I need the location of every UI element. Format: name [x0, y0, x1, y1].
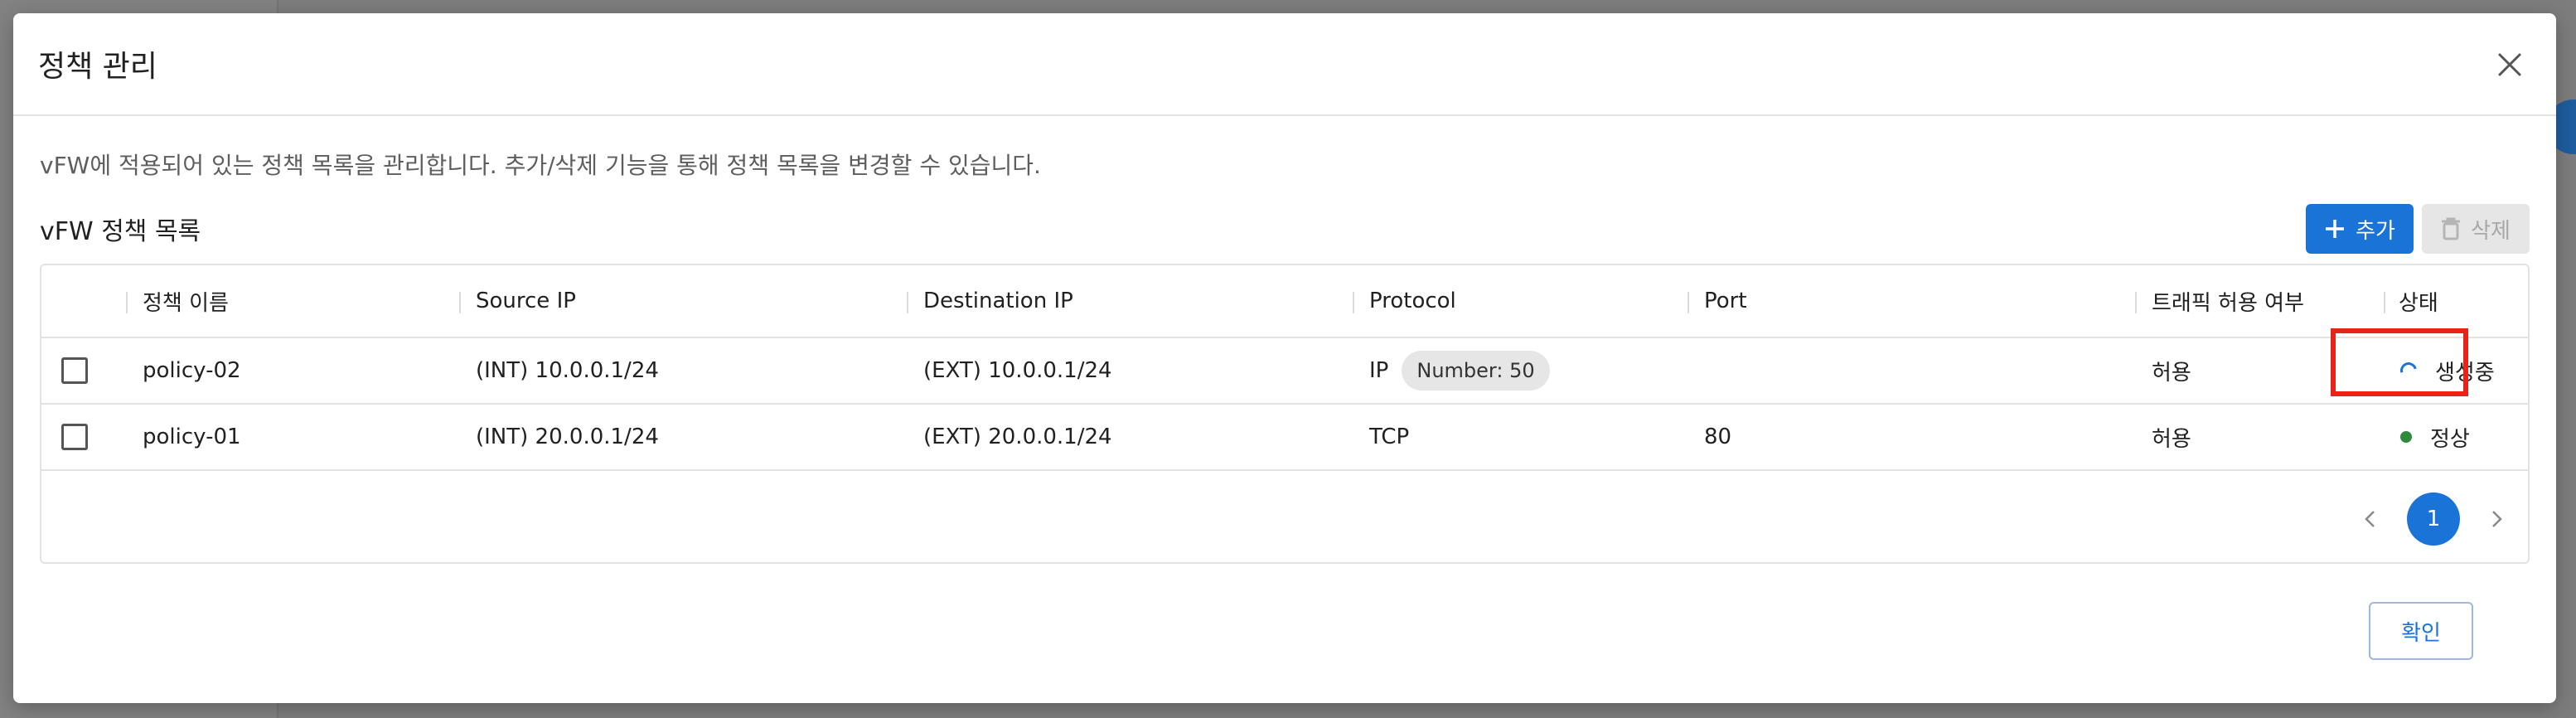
pagination: 1	[2357, 492, 2510, 546]
table-row[interactable]: policy-01 (INT) 20.0.0.1/24 (EXT) 20.0.0…	[41, 405, 2528, 471]
cell-port: 80	[1704, 424, 1732, 449]
modal-header: 정책 관리	[13, 13, 2556, 116]
header-destination-ip: Destination IP	[923, 289, 1073, 313]
row-checkbox[interactable]	[61, 357, 88, 384]
header-port: Port	[1704, 289, 1747, 313]
cell-destination-ip: (EXT) 20.0.0.1/24	[923, 424, 1112, 449]
status-text: 정상	[2430, 426, 2470, 452]
close-button[interactable]	[2485, 40, 2535, 90]
column-separator	[459, 292, 461, 313]
cell-policy-name: policy-01	[143, 424, 241, 449]
status-highlight-box	[2331, 328, 2468, 396]
cell-status: 정상	[2400, 405, 2470, 469]
header-protocol: Protocol	[1369, 289, 1456, 313]
header-status: 상태	[2399, 290, 2438, 316]
list-header: vFW 정책 목록 추가 삭제	[40, 202, 2530, 255]
row-checkbox-cell	[61, 405, 88, 469]
protocol-value: IP	[1369, 358, 1389, 383]
column-separator	[1353, 292, 1354, 313]
modal-description: vFW에 적용되어 있는 정책 목록을 관리합니다. 추가/삭제 기능을 통해 …	[40, 152, 1041, 179]
protocol-number-chip: Number: 50	[1402, 351, 1550, 391]
prev-page-button[interactable]	[2357, 507, 2382, 531]
cell-source-ip: (INT) 10.0.0.1/24	[476, 358, 659, 383]
add-button-label: 추가	[2356, 218, 2395, 244]
delete-button-label: 삭제	[2471, 218, 2511, 244]
modal-body: vFW에 적용되어 있는 정책 목록을 관리합니다. 추가/삭제 기능을 통해 …	[13, 148, 2556, 564]
cell-protocol: IP Number: 50	[1369, 338, 1550, 403]
list-title: vFW 정책 목록	[40, 217, 201, 246]
confirm-button[interactable]: 확인	[2369, 602, 2473, 660]
column-separator	[2384, 292, 2385, 313]
add-button[interactable]: 추가	[2306, 204, 2414, 254]
header-source-ip: Source IP	[476, 289, 576, 313]
cell-source-ip: (INT) 20.0.0.1/24	[476, 424, 659, 449]
next-page-button[interactable]	[2485, 507, 2510, 531]
cell-destination-ip: (EXT) 10.0.0.1/24	[923, 358, 1112, 383]
plus-icon	[2326, 220, 2345, 238]
policy-table: 정책 이름 Source IP Destination IP Protocol …	[40, 264, 2530, 564]
cell-traffic-allowed: 허용	[2152, 360, 2191, 386]
cell-traffic-allowed: 허용	[2152, 426, 2191, 452]
page-button-current[interactable]: 1	[2407, 492, 2460, 546]
header-traffic-allowed: 트래픽 허용 여부	[2152, 290, 2304, 316]
row-checkbox[interactable]	[61, 424, 88, 450]
trash-icon	[2442, 217, 2461, 240]
close-icon	[2498, 53, 2521, 76]
column-separator	[2135, 292, 2137, 313]
row-checkbox-cell	[61, 338, 88, 403]
column-separator	[126, 292, 128, 313]
header-policy-name: 정책 이름	[143, 290, 229, 316]
green-dot-icon	[2400, 431, 2412, 443]
policy-management-modal: 정책 관리 vFW에 적용되어 있는 정책 목록을 관리합니다. 추가/삭제 기…	[13, 13, 2556, 703]
cell-protocol: TCP	[1369, 424, 1410, 449]
chevron-right-icon	[2492, 511, 2502, 527]
table-header-row: 정책 이름 Source IP Destination IP Protocol …	[41, 265, 2528, 338]
list-actions: 추가 삭제	[2306, 204, 2530, 254]
modal-title: 정책 관리	[38, 50, 157, 84]
table-row[interactable]: policy-02 (INT) 10.0.0.1/24 (EXT) 10.0.0…	[41, 338, 2528, 405]
cell-policy-name: policy-02	[143, 358, 241, 383]
chevron-left-icon	[2365, 511, 2375, 527]
column-separator	[1687, 292, 1689, 313]
column-separator	[907, 292, 908, 313]
delete-button[interactable]: 삭제	[2422, 204, 2530, 254]
